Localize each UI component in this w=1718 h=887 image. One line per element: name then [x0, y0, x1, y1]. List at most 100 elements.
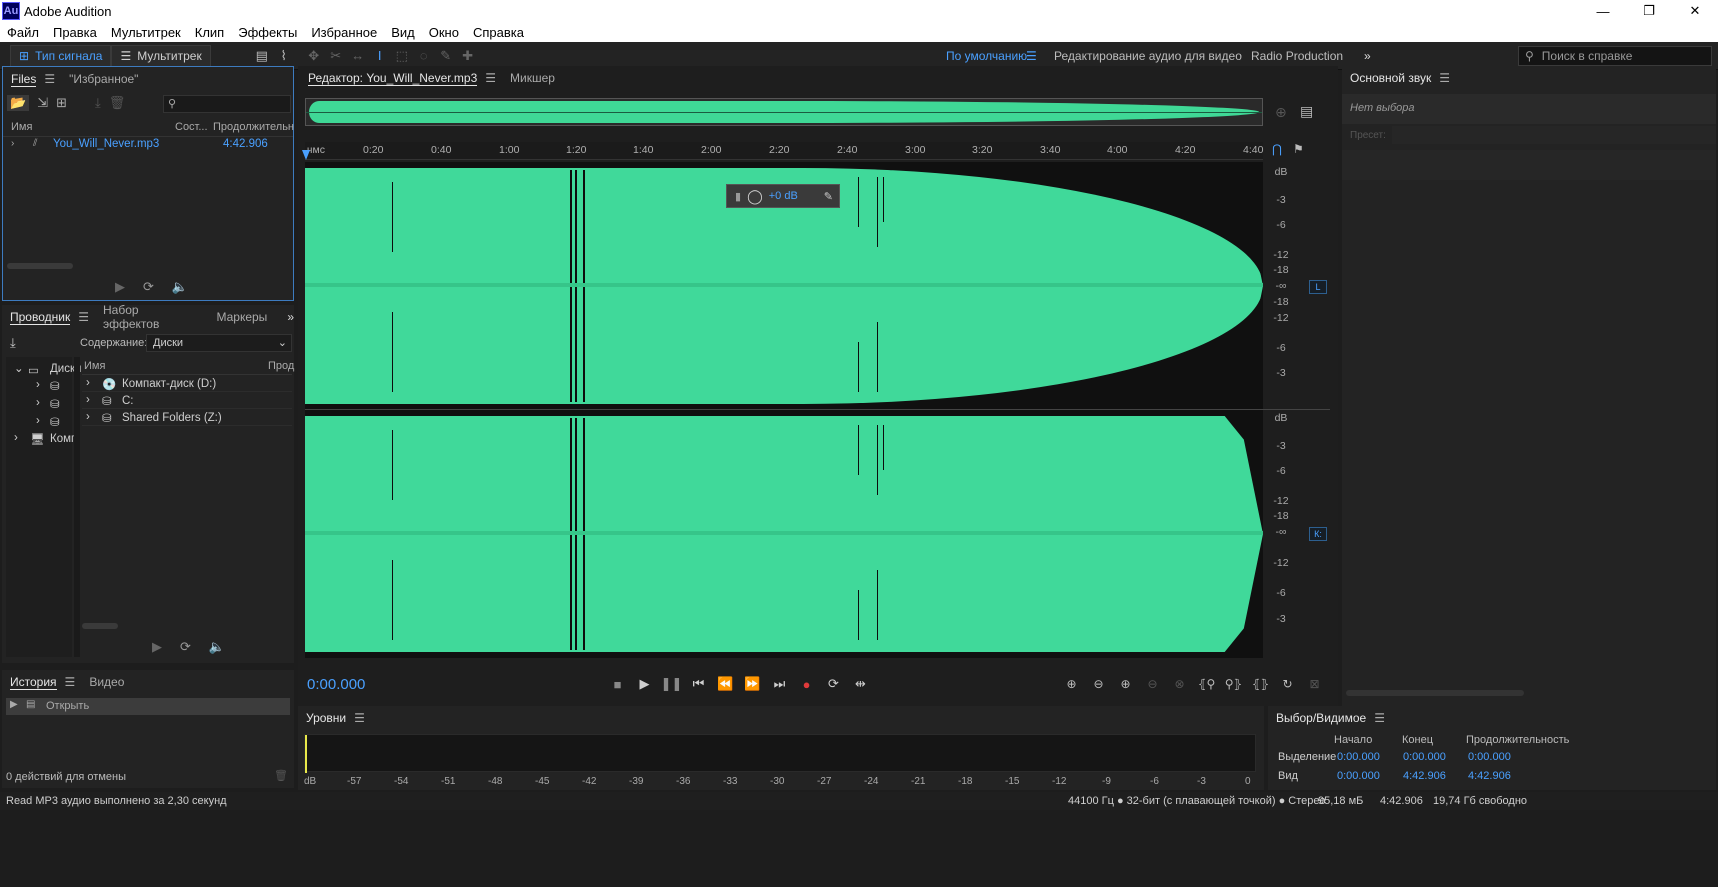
chevron-down-icon[interactable]: ⌄	[14, 361, 24, 375]
zoom-in-point-icon[interactable]: ⚲⦄	[1220, 674, 1247, 694]
chevron-right-icon[interactable]: ›	[86, 411, 90, 423]
zoom-selection-icon[interactable]: ⦃⚲	[1193, 674, 1220, 694]
healing-tool-icon[interactable]: ✚	[457, 45, 479, 67]
view-duration[interactable]: 4:42.906	[1468, 770, 1511, 782]
chevron-right-icon[interactable]: ›	[14, 432, 18, 444]
fast-forward-icon[interactable]: ⏩	[739, 674, 766, 694]
tab-effects-rack[interactable]: Набор эффектов	[103, 303, 196, 331]
list-item[interactable]: › 💿 Компакт-диск (D:)	[82, 376, 292, 392]
volume-knob-icon[interactable]: ◯	[747, 188, 763, 205]
view-end[interactable]: 4:42.906	[1403, 770, 1446, 782]
panel-menu-icon[interactable]: ☰	[78, 310, 89, 324]
preset-select[interactable]	[1392, 126, 1716, 144]
pane-splitter[interactable]	[74, 357, 80, 657]
current-time[interactable]: 0:00.000	[307, 676, 365, 693]
tab-explorer[interactable]: Проводник	[10, 310, 71, 325]
pause-icon[interactable]: ❚❚	[658, 674, 685, 694]
chevron-right-icon[interactable]: ›	[36, 415, 40, 427]
zoom-in-amplitude-icon[interactable]: ⊕	[1058, 674, 1085, 694]
column-status[interactable]: Сост...	[175, 121, 208, 133]
menu-help[interactable]: Справка	[466, 25, 531, 40]
menu-view[interactable]: Вид	[384, 25, 422, 40]
play-icon[interactable]: ▶	[152, 639, 162, 655]
razor-tool-icon[interactable]: ✂	[325, 45, 347, 67]
panel-menu-icon[interactable]: ☰	[65, 675, 76, 689]
gain-hud[interactable]: ▮ ◯ +0 dB ✎	[726, 184, 840, 208]
zoom-out-amplitude-icon[interactable]: ⊖	[1085, 674, 1112, 694]
loop-playback-icon[interactable]: ⟳	[820, 674, 847, 694]
autoplay-icon[interactable]: 🔈	[172, 279, 188, 295]
rewind-icon[interactable]: ⏪	[712, 674, 739, 694]
pin-icon[interactable]: ⚑	[1293, 142, 1304, 156]
pitch-view-icon[interactable]: ⌇	[273, 45, 295, 67]
tab-video[interactable]: Видео	[89, 675, 124, 689]
column-size[interactable]: Прод	[268, 360, 294, 372]
delete-icon[interactable]: 🗑	[109, 95, 126, 111]
skip-to-start-icon[interactable]: ⏮	[685, 674, 712, 694]
stop-icon[interactable]: ■	[604, 674, 631, 694]
content-select[interactable]: Диски ⌄	[146, 334, 292, 352]
tab-mixer[interactable]: Микшер	[510, 71, 555, 85]
panel-menu-icon[interactable]: ☰	[1374, 711, 1385, 725]
slip-tool-icon[interactable]: ↔	[347, 45, 369, 67]
panel-title[interactable]: Выбор/Видимое	[1276, 711, 1366, 725]
menu-multitrack[interactable]: Мультитрек	[104, 25, 188, 40]
file-row[interactable]: › ⫽ You_Will_Never.mp3 4:42.906	[3, 137, 293, 153]
selection-duration[interactable]: 0:00.000	[1468, 751, 1511, 763]
horizontal-scrollbar[interactable]	[82, 623, 118, 629]
channel-left-badge[interactable]: L	[1309, 280, 1327, 294]
waveform-channel-right[interactable]	[305, 410, 1263, 658]
menu-edit[interactable]: Правка	[46, 25, 104, 40]
multitrack-mode-button[interactable]: ☰ Мультитрек	[111, 44, 211, 67]
panel-menu-icon[interactable]: ☰	[1439, 71, 1450, 85]
minimize-button[interactable]: —	[1580, 0, 1626, 22]
list-item[interactable]: › ⛁ C:	[82, 393, 292, 409]
tab-editor[interactable]: Редактор: You_Will_Never.mp3	[308, 71, 478, 86]
menu-clip[interactable]: Клип	[188, 25, 231, 40]
zoom-fit-icon[interactable]: ⊠	[1301, 674, 1328, 694]
loop-icon[interactable]: ⟳	[180, 639, 191, 655]
horizontal-scrollbar[interactable]	[1346, 690, 1524, 696]
move-tool-icon[interactable]: ✥	[303, 45, 325, 67]
chevron-right-icon[interactable]: ›	[36, 379, 40, 391]
chevron-right-icon[interactable]: ›	[11, 138, 14, 149]
open-file-icon[interactable]: 📂	[7, 95, 30, 111]
new-file-icon[interactable]: ⊞	[56, 95, 67, 111]
zoom-out-full-icon[interactable]: ⊕	[1275, 104, 1287, 121]
waveform-mode-button[interactable]: ⊞ Тип сигнала	[10, 44, 112, 67]
tab-history[interactable]: История	[10, 675, 57, 690]
snap-icon[interactable]: ⋂	[1272, 142, 1282, 156]
chevron-right-icon[interactable]: ›	[86, 394, 90, 406]
skip-to-end-icon[interactable]: ⏭	[766, 674, 793, 694]
zoom-out-time-icon[interactable]: ⊖	[1139, 674, 1166, 694]
delete-icon[interactable]: 🗑	[274, 769, 288, 782]
column-duration[interactable]: Продолжительн	[213, 121, 294, 133]
autoplay-icon[interactable]: 🔈	[209, 639, 225, 655]
panel-title[interactable]: Основной звук	[1350, 71, 1431, 85]
help-search-input[interactable]: ⚲ Поиск в справке	[1518, 46, 1712, 66]
time-ruler[interactable]: чмс 0:20 0:40 1:00 1:20 1:40 2:00 2:20 2…	[305, 142, 1263, 160]
panel-layout-icon[interactable]: ▤	[1300, 103, 1313, 120]
play-icon[interactable]: ▶	[115, 279, 125, 295]
record-icon[interactable]: ●	[793, 674, 820, 694]
more-tabs-icon[interactable]: »	[287, 310, 294, 324]
selection-end[interactable]: 0:00.000	[1403, 751, 1446, 763]
history-item[interactable]: ▶ ▤ Открыть	[6, 698, 290, 715]
zoom-out-point-icon[interactable]: ⦃⦄	[1247, 674, 1274, 694]
files-search-input[interactable]: ⚲	[163, 95, 291, 113]
zoom-in-time-icon[interactable]: ⊕	[1112, 674, 1139, 694]
chevron-right-icon[interactable]: ›	[86, 377, 90, 389]
tab-favorites[interactable]: "Избранное"	[69, 72, 138, 86]
selection-start[interactable]: 0:00.000	[1337, 751, 1380, 763]
skip-selection-icon[interactable]: ⇹	[847, 674, 874, 694]
download-icon[interactable]: ⤓	[10, 335, 16, 351]
panel-title[interactable]: Уровни	[306, 711, 346, 725]
marquee-tool-icon[interactable]: ⬚	[391, 45, 413, 67]
panel-menu-icon[interactable]: ☰	[485, 71, 496, 85]
zoom-reset-icon[interactable]: ↻	[1274, 674, 1301, 694]
insert-icon[interactable]: ⤓	[95, 95, 101, 111]
menu-effects[interactable]: Эффекты	[231, 25, 304, 40]
close-button[interactable]: ✕	[1672, 0, 1718, 22]
import-icon[interactable]: ⇲	[37, 95, 48, 111]
zoom-out-full-icon[interactable]: ⊗	[1166, 674, 1193, 694]
